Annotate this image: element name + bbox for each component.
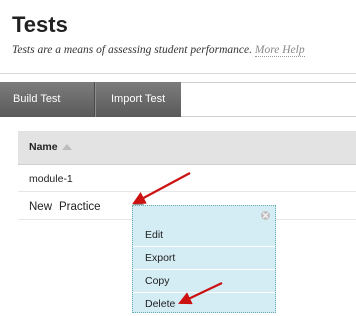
- context-menu: Edit Export Copy Delete: [132, 205, 276, 313]
- name-column-header[interactable]: Name: [29, 141, 72, 153]
- import-test-button[interactable]: Import Test: [95, 82, 181, 117]
- page-title: Tests: [12, 12, 68, 37]
- build-test-button[interactable]: Build Test: [0, 82, 95, 117]
- menu-item-copy[interactable]: Copy: [133, 270, 275, 293]
- sort-ascending-icon[interactable]: [61, 144, 72, 150]
- title-divider: [0, 73, 356, 74]
- page-description: Tests are a means of assessing student p…: [12, 44, 305, 57]
- more-help-link[interactable]: More Help: [254, 44, 305, 57]
- test-name-module-1[interactable]: module-1: [29, 173, 73, 185]
- menu-item-edit[interactable]: Edit: [133, 224, 275, 247]
- page-description-text: Tests are a means of assessing student p…: [12, 44, 253, 56]
- close-icon[interactable]: [261, 211, 270, 220]
- test-name-part-2: Practice: [59, 201, 101, 213]
- test-name-part-1: New: [29, 201, 53, 213]
- menu-item-export[interactable]: Export: [133, 247, 275, 270]
- test-name-new-practice[interactable]: New Practice: [29, 201, 101, 213]
- name-column-label: Name: [29, 141, 58, 153]
- table-row: module-1: [18, 165, 356, 192]
- action-bar-buttons: Build Test Import Test: [0, 82, 181, 117]
- table-header: Name: [18, 131, 356, 165]
